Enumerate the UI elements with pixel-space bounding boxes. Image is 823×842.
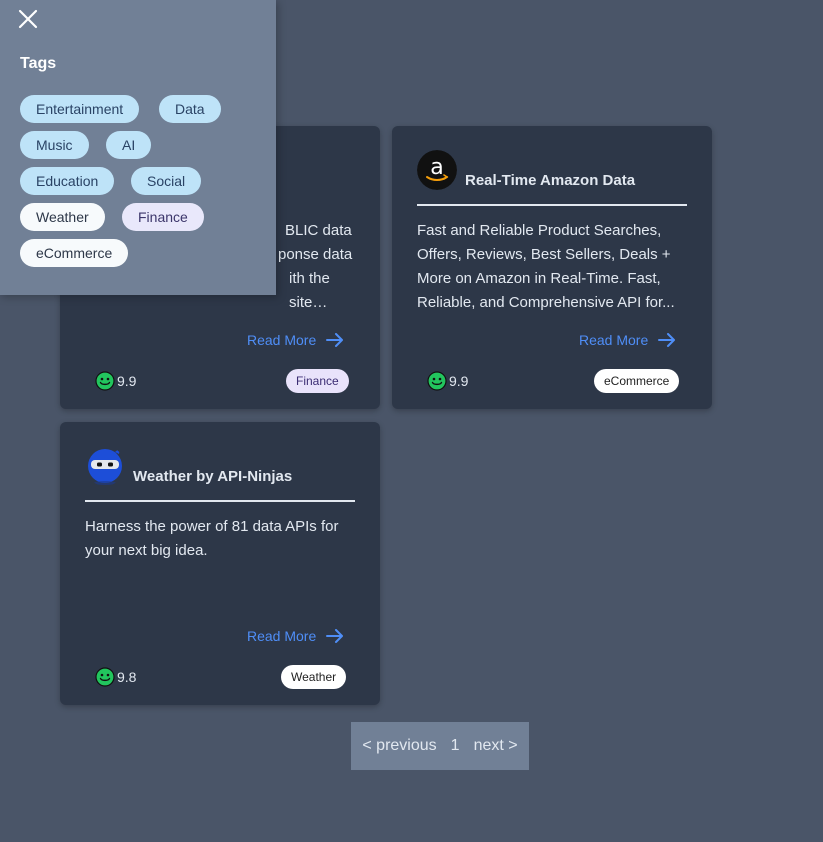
smiley-icon [427,371,447,391]
tag-data[interactable]: Data [159,95,221,123]
card-description: Harness the power of 81 data APIs for yo… [85,518,339,559]
rating: 9.9 [427,371,468,391]
amazon-logo-icon: a [417,150,457,190]
api-card-weather[interactable]: Weather by API-Ninjas Harness the power … [60,422,380,705]
rating: 9.9 [95,371,136,391]
read-more-link[interactable]: Read More [247,628,344,644]
tag-entertainment[interactable]: Entertainment [20,95,140,123]
tag-ecommerce[interactable]: eCommerce [20,239,129,267]
status-badge[interactable]: eCommerce [594,369,680,393]
next-page-button[interactable]: next > [474,737,518,755]
status-badge[interactable]: Weather [281,665,347,689]
tag-ai[interactable]: AI [106,131,152,159]
panel-title: Tags [20,55,57,72]
read-more-link[interactable]: Read More [579,332,676,348]
arrow-right-icon [658,333,676,347]
ninja-logo-icon [88,448,122,485]
close-icon[interactable] [17,8,39,30]
smiley-icon [95,667,115,687]
svg-text:a: a [430,155,443,180]
tag-social[interactable]: Social [131,167,202,195]
tag-finance[interactable]: Finance [122,203,204,231]
status-badge[interactable]: Finance [286,369,349,393]
smiley-icon [95,371,115,391]
api-card-amazon[interactable]: a Real-Time Amazon Data Fast and Reliabl… [392,126,712,409]
arrow-right-icon [326,629,344,643]
tags-panel: Tags Entertainment Data Music AI Educati… [0,0,276,295]
card-title: Weather by API-Ninjas [133,468,293,485]
pagination: < previous 1 next > [351,722,529,770]
card-title: Real-Time Amazon Data [465,172,636,189]
card-header: Weather by API-Ninjas [85,446,355,502]
card-header: a Real-Time Amazon Data [417,150,687,206]
page-number-button[interactable]: 1 [451,737,460,755]
tag-education[interactable]: Education [20,167,115,195]
arrow-right-icon [326,333,344,347]
tag-music[interactable]: Music [20,131,89,159]
tag-weather[interactable]: Weather [20,203,105,231]
read-more-link[interactable]: Read More [247,332,344,348]
previous-page-button[interactable]: < previous [362,737,436,755]
card-description: Fast and Reliable Product Searches, Offe… [417,222,675,311]
rating: 9.8 [95,667,136,687]
